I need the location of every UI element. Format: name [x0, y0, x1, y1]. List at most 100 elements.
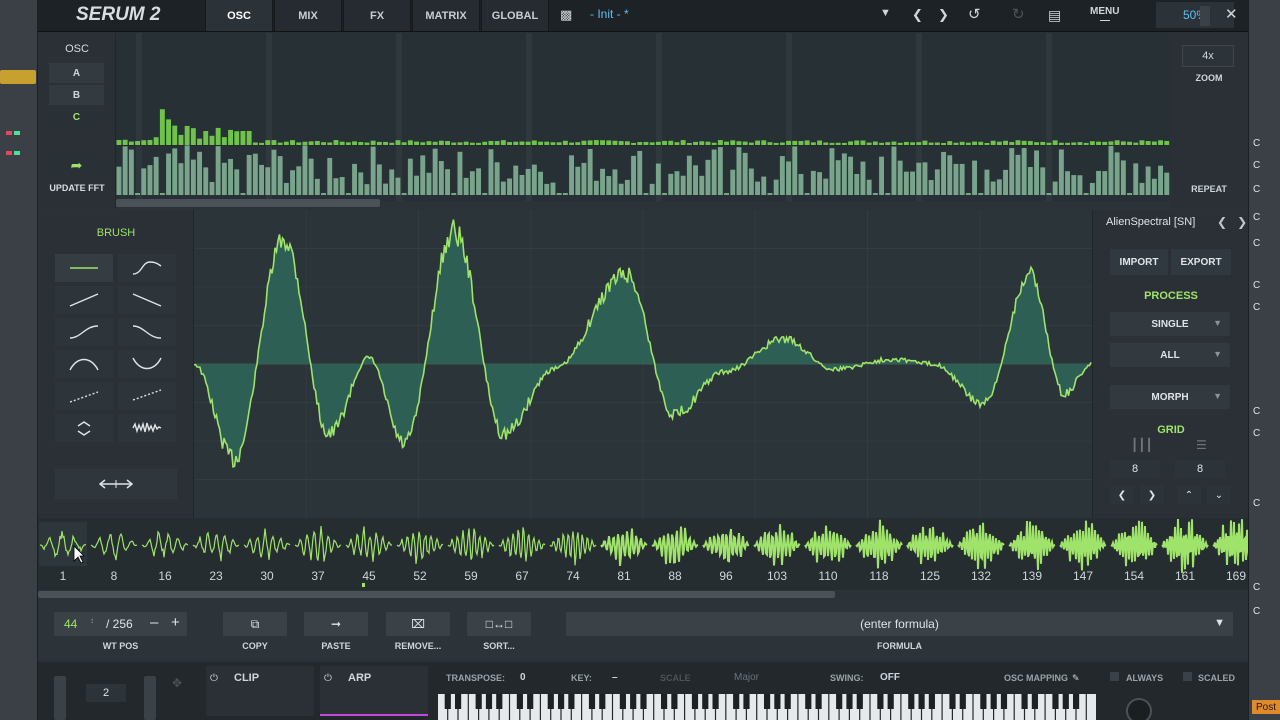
host-channel-label[interactable]: C	[1253, 302, 1277, 314]
brush-tool-ease-up[interactable]	[55, 318, 113, 346]
host-channel-label[interactable]: C	[1253, 160, 1277, 172]
plus-icon[interactable]: +	[171, 614, 180, 631]
brush-tool-s-curve[interactable]	[118, 254, 176, 282]
update-fft-button[interactable]: ➦	[49, 153, 104, 177]
spectrum-scrollbar[interactable]	[116, 199, 380, 207]
brush-tool-dotted-down[interactable]	[118, 382, 176, 410]
morph-dropdown[interactable]: MORPH ▼	[1110, 385, 1230, 409]
brush-tool-dotted-up[interactable]	[55, 382, 113, 410]
export-button[interactable]: EXPORT	[1171, 249, 1231, 275]
spectrum-bar-bottom	[488, 149, 494, 195]
chevron-down-icon[interactable]: ▼	[1214, 617, 1225, 629]
tab-fx[interactable]: FX	[343, 0, 411, 31]
host-channel-label[interactable]: C	[1253, 184, 1277, 196]
host-channel-label[interactable]: C	[1253, 498, 1277, 510]
brush-tool-ease-down[interactable]	[118, 318, 176, 346]
wavetable-frames-strip[interactable]: 1 8 16 23 30 37 45 52 59 67 74 81 88 96 103 110 118 125 13…	[38, 518, 1248, 590]
host-channel-label[interactable]: C	[1253, 212, 1277, 224]
redo-icon[interactable]: ↻	[1012, 5, 1025, 23]
formula-input[interactable]: (enter formula) ▼	[566, 612, 1233, 636]
wt-pos-box[interactable]: 44 ↕ / 256 – +	[54, 612, 187, 636]
all-dropdown[interactable]: ALL ▼	[1110, 343, 1230, 367]
wavetable-name[interactable]: AlienSpectral [SN]	[1106, 216, 1195, 228]
grid-y-value[interactable]: 8	[1175, 460, 1225, 478]
zoom-select[interactable]: 4x	[1182, 45, 1234, 67]
waveform-editor[interactable]	[194, 210, 1092, 518]
brush-tool-flat[interactable]	[55, 254, 113, 282]
single-dropdown[interactable]: SINGLE ▼	[1110, 312, 1230, 336]
wt-pos-value[interactable]: 44	[64, 617, 77, 631]
tab-osc[interactable]: OSC	[205, 0, 273, 31]
host-channel-label[interactable]: C	[1253, 406, 1277, 418]
sort-button[interactable]: □↔□	[467, 612, 531, 636]
brush-tool-expand[interactable]	[55, 414, 113, 442]
preset-name[interactable]: - Init - *	[590, 7, 629, 21]
import-button[interactable]: IMPORT	[1110, 249, 1168, 275]
prev-wavetable-icon[interactable]: ❮	[1217, 215, 1227, 229]
pencil-icon[interactable]: ✎	[1072, 673, 1080, 684]
host-channel-label[interactable]: C	[1253, 138, 1277, 150]
osc-c-button[interactable]: C	[49, 107, 104, 127]
frames-scrollbar[interactable]	[38, 591, 835, 598]
save-icon[interactable]: ▩	[560, 7, 572, 23]
scale-value[interactable]: Major	[734, 672, 759, 683]
voices-value[interactable]: 2	[86, 684, 126, 702]
power-icon[interactable]: ⏻	[324, 673, 332, 684]
scaled-checkbox[interactable]	[1183, 672, 1192, 681]
keyboard[interactable]	[438, 694, 1096, 720]
tab-global[interactable]: GLOBAL	[481, 0, 549, 31]
brush-tool-ramp-up[interactable]	[55, 286, 113, 314]
host-channel-label[interactable]: C	[1253, 428, 1277, 440]
stepper-icon[interactable]: ↕	[90, 616, 94, 625]
grid-x-value[interactable]: 8	[1110, 460, 1160, 478]
key-value[interactable]: –	[612, 672, 618, 683]
transpose-value[interactable]: 0	[520, 672, 526, 683]
host-channel-label[interactable]: C	[1253, 582, 1277, 594]
host-channel-label[interactable]: C	[1253, 606, 1277, 618]
knob[interactable]	[1126, 698, 1152, 720]
pitch-wheel[interactable]	[54, 676, 66, 720]
prev-preset-icon[interactable]: ❮	[912, 7, 923, 23]
repeat-button[interactable]: REPEAT	[1170, 184, 1248, 194]
tab-matrix[interactable]: MATRIX	[412, 0, 480, 31]
ui-zoom-percent[interactable]: 50%	[1156, 2, 1234, 28]
host-post-badge[interactable]: Post	[1252, 700, 1280, 714]
mod-wheel[interactable]	[144, 676, 156, 720]
brush-tool-ramp-down[interactable]	[118, 286, 176, 314]
next-wavetable-icon[interactable]: ❯	[1237, 215, 1247, 229]
minus-icon[interactable]: –	[150, 614, 158, 631]
grid-down-icon[interactable]: ⌄	[1207, 486, 1231, 504]
clip-label[interactable]: CLIP	[234, 672, 259, 684]
brush-tool-noise[interactable]	[118, 414, 176, 442]
host-track-tag[interactable]	[0, 70, 36, 84]
always-checkbox[interactable]	[1110, 672, 1119, 681]
remove-button[interactable]: ⌧	[386, 612, 450, 636]
brush-tool-valley[interactable]	[118, 350, 176, 378]
paste-button[interactable]: ➞	[304, 612, 368, 636]
zoom-handle[interactable]	[1200, 6, 1210, 26]
spectrum-display[interactable]	[116, 33, 1170, 201]
osc-b-button[interactable]: B	[49, 85, 104, 105]
undo-icon[interactable]: ↺	[968, 5, 981, 23]
grid-right-icon[interactable]: ❯	[1140, 486, 1164, 504]
osc-mapping-label[interactable]: OSC MAPPING	[1004, 673, 1068, 683]
preset-dropdown-icon[interactable]: ▼	[880, 7, 891, 19]
brush-tool-arch[interactable]	[55, 350, 113, 378]
grid-left-icon[interactable]: ❮	[1110, 486, 1134, 504]
power-icon[interactable]: ⏻	[210, 673, 218, 684]
spectrum-bar-top	[203, 131, 209, 145]
menu-button[interactable]: MENU	[1090, 6, 1119, 17]
browser-icon[interactable]: ▤	[1048, 7, 1061, 24]
tab-mix[interactable]: MIX	[274, 0, 342, 31]
grid-up-icon[interactable]: ⌃	[1177, 486, 1201, 504]
move-icon[interactable]: ✥	[172, 676, 182, 690]
host-channel-label[interactable]: C	[1253, 280, 1277, 292]
host-channel-label[interactable]: C	[1253, 238, 1277, 250]
swing-value[interactable]: OFF	[880, 672, 900, 683]
close-icon[interactable]: ✕	[1225, 5, 1238, 23]
osc-a-button[interactable]: A	[49, 63, 104, 83]
next-preset-icon[interactable]: ❯	[938, 7, 949, 23]
copy-button[interactable]: ⧉	[223, 612, 287, 636]
arp-label[interactable]: ARP	[348, 672, 371, 684]
brush-stretch-button[interactable]	[55, 469, 177, 499]
